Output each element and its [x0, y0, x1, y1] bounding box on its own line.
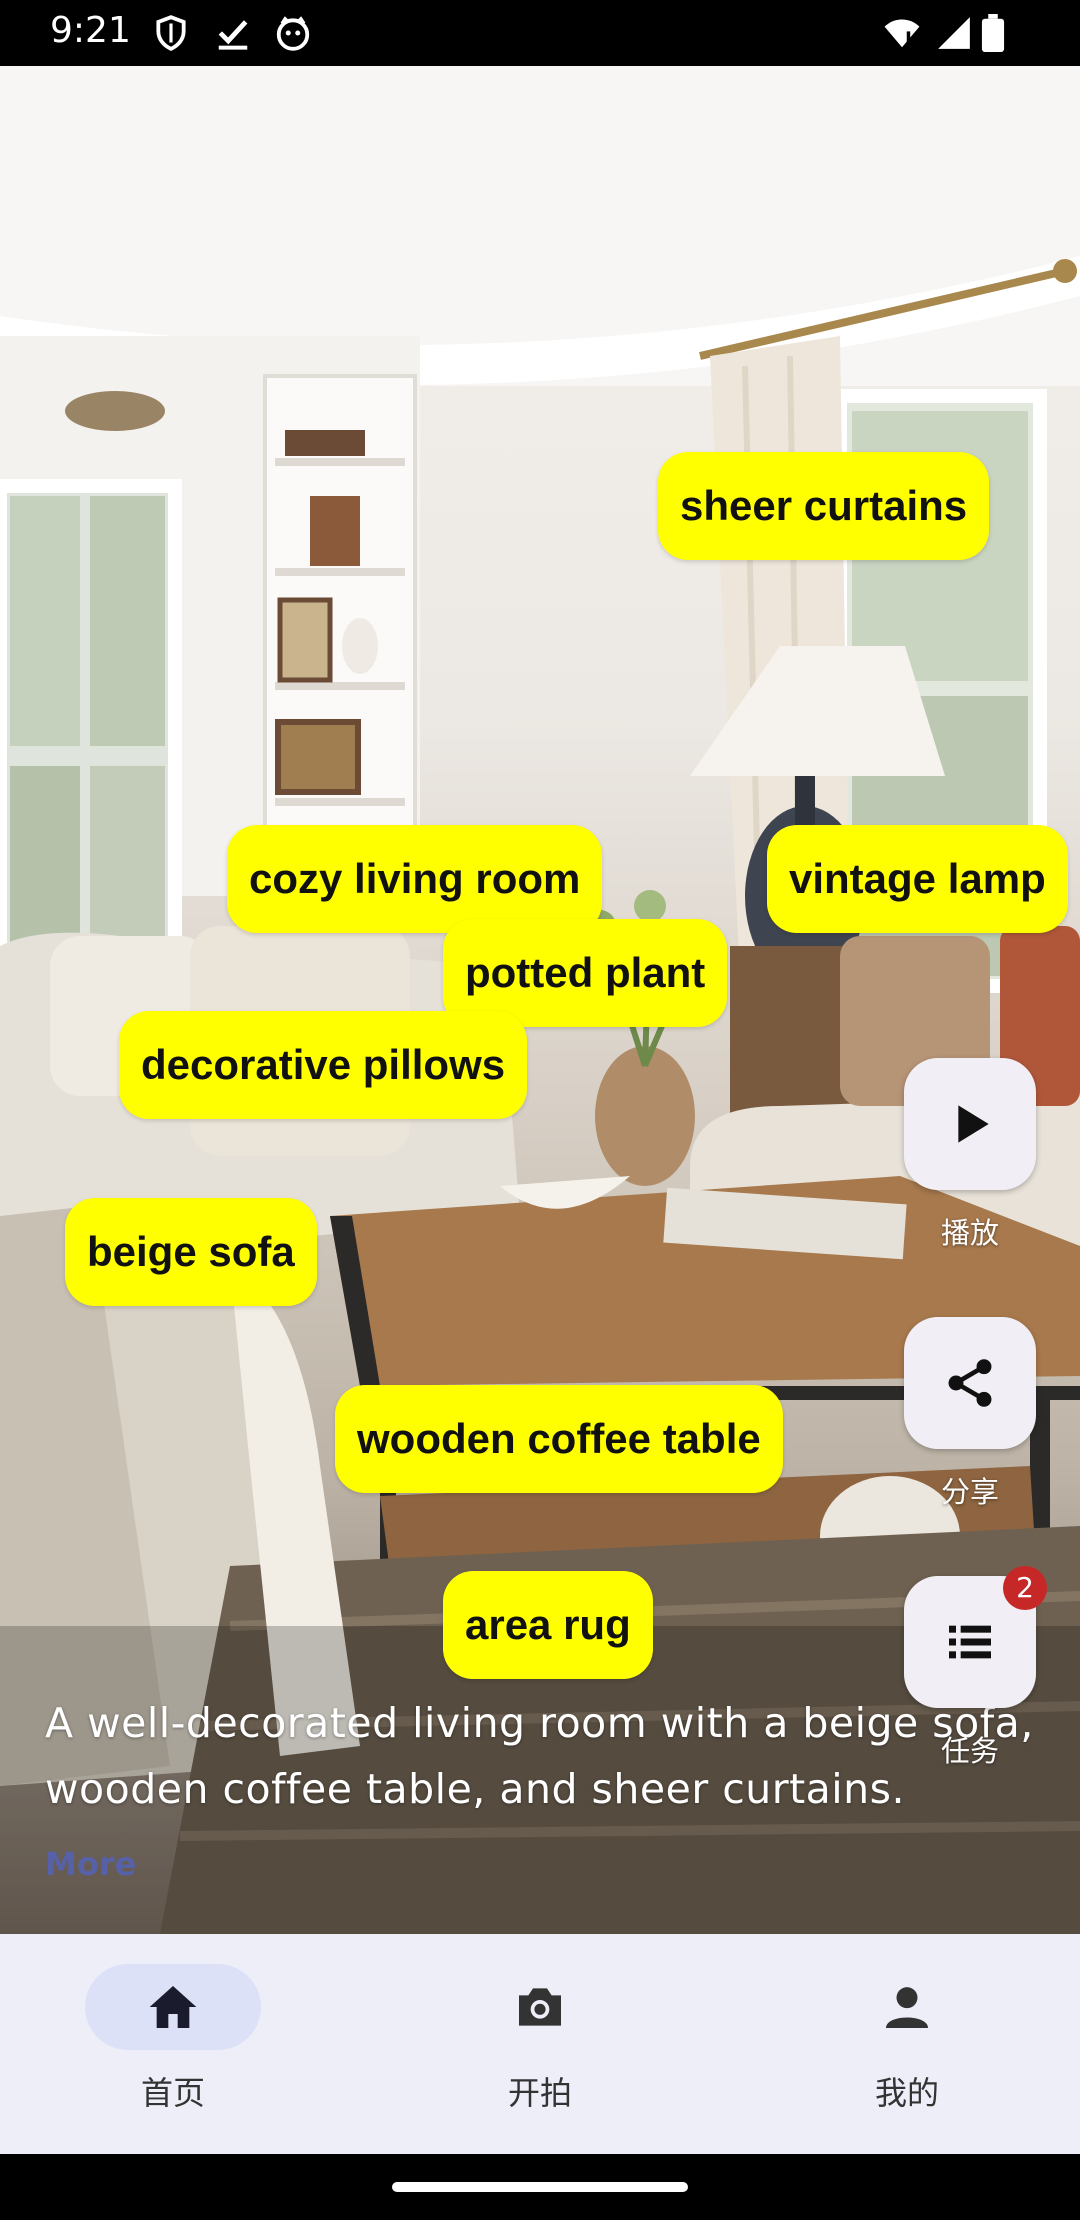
more-link[interactable]: More: [45, 1845, 136, 1883]
tag-beige-sofa[interactable]: beige sofa: [65, 1198, 317, 1306]
tag-sheer-curtains[interactable]: sheer curtains: [658, 452, 990, 560]
signal-icon: [934, 14, 974, 52]
play-button[interactable]: [904, 1058, 1036, 1190]
wifi-icon: [880, 14, 924, 52]
nav-label-home: 首页: [140, 2074, 205, 2112]
tasks-badge: 2: [1003, 1566, 1047, 1610]
status-time: 9:21: [50, 10, 131, 51]
share-icon: [948, 1359, 992, 1407]
play-icon: [958, 1105, 989, 1143]
nav-label-camera: 开拍: [507, 2074, 572, 2112]
tag-wooden-coffee-table[interactable]: wooden coffee table: [335, 1385, 783, 1493]
tag-decorative-pillows[interactable]: decorative pillows: [119, 1011, 528, 1119]
home-indicator[interactable]: [392, 2182, 688, 2192]
camera-icon: [512, 1979, 568, 2035]
share-label: 分享: [940, 1475, 999, 1509]
system-gesture-bar: [0, 2154, 1080, 2220]
tag-area-rug[interactable]: area rug: [443, 1571, 653, 1679]
share-button[interactable]: [904, 1317, 1036, 1449]
nav-item-camera[interactable]: 开拍: [410, 1964, 670, 2134]
bottom-nav: 首页 开拍 我的: [0, 1934, 1080, 2154]
battery-icon: [980, 14, 1006, 52]
tag-cozy-living-room[interactable]: cozy living room: [227, 825, 603, 933]
person-icon: [879, 1979, 935, 2035]
nav-item-home[interactable]: 首页: [43, 1964, 303, 2134]
cat-app-icon: [274, 14, 312, 52]
tasks-label: 任务: [940, 1734, 999, 1768]
status-bar: 9:21: [0, 0, 1080, 66]
shield-icon: [152, 14, 190, 52]
tag-vintage-lamp[interactable]: vintage lamp: [767, 825, 1068, 933]
list-icon: [949, 1625, 991, 1659]
play-label: 播放: [940, 1216, 999, 1250]
nav-item-profile[interactable]: 我的: [777, 1964, 1037, 2134]
check-download-icon: [214, 14, 252, 52]
image-caption: A well-decorated living room with a beig…: [45, 1699, 1034, 1813]
nav-label-profile: 我的: [874, 2074, 939, 2112]
home-icon: [145, 1979, 201, 2035]
